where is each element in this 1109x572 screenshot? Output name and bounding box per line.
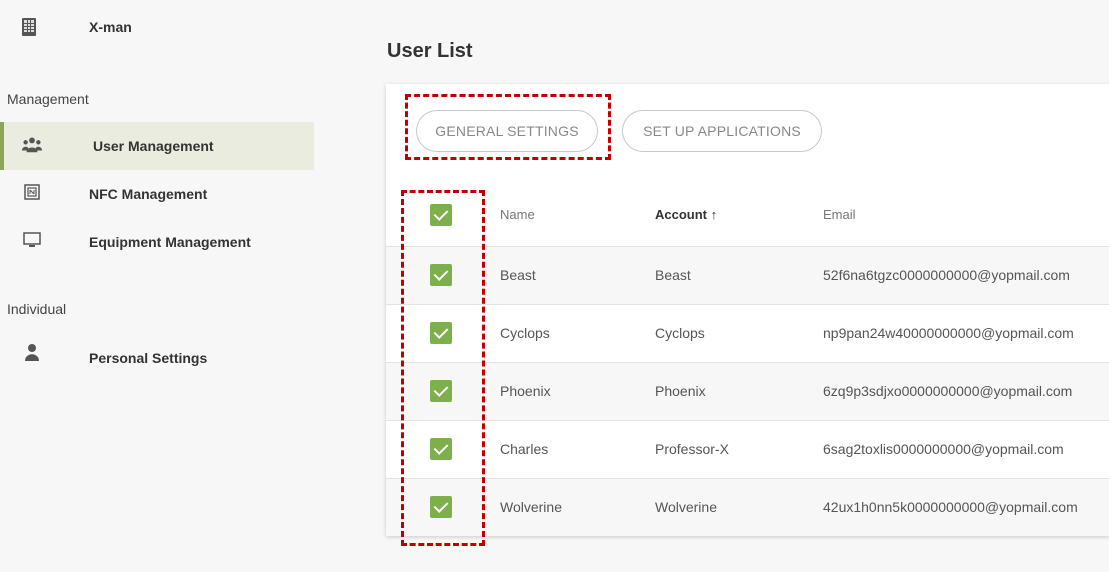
org-name: X-man bbox=[89, 19, 132, 35]
table-row[interactable]: Charles Professor-X 6sag2toxlis000000000… bbox=[386, 420, 1109, 478]
cell-name: Beast bbox=[500, 267, 536, 283]
building-icon bbox=[22, 18, 36, 36]
cell-name: Cyclops bbox=[500, 325, 550, 341]
monitor-icon bbox=[22, 230, 42, 250]
general-settings-button[interactable]: GENERAL SETTINGS bbox=[416, 110, 598, 152]
sidebar-item-label: Equipment Management bbox=[89, 234, 251, 250]
sidebar-item-personal-settings[interactable]: Personal Settings bbox=[0, 340, 314, 376]
users-icon bbox=[22, 135, 42, 155]
section-label-management: Management bbox=[7, 91, 89, 107]
cell-name: Wolverine bbox=[500, 499, 562, 516]
checkbox-cell bbox=[386, 420, 500, 478]
row-checkbox[interactable] bbox=[430, 438, 452, 460]
sidebar: X-man Management User Management NFC Man… bbox=[0, 0, 314, 572]
sidebar-item-label: Personal Settings bbox=[89, 350, 208, 366]
org-header: X-man bbox=[0, 14, 314, 44]
user-icon bbox=[22, 342, 42, 362]
column-header-name[interactable]: Name bbox=[500, 184, 655, 246]
sidebar-item-user-management[interactable]: User Management bbox=[0, 122, 314, 170]
user-list-card: GENERAL SETTINGS SET UP APPLICATIONS Nam… bbox=[386, 84, 1109, 536]
checkbox-cell bbox=[386, 304, 500, 362]
select-all-checkbox[interactable] bbox=[430, 203, 452, 226]
cell-account: Beast bbox=[655, 267, 691, 283]
cell-account: Wolverine bbox=[655, 499, 717, 516]
nfc-icon bbox=[22, 182, 42, 202]
cell-email: 42ux1h0nn5k0000000000@yopmail.com bbox=[823, 499, 1078, 516]
table-row[interactable]: Cyclops Cyclops np9pan24w40000000000@yop… bbox=[386, 304, 1109, 362]
user-table: Name Account ↑ Email Beast Beast 52f6na6… bbox=[386, 184, 1109, 536]
column-header-account[interactable]: Account ↑ bbox=[655, 184, 823, 246]
row-checkbox[interactable] bbox=[430, 496, 452, 519]
table-row[interactable]: Phoenix Phoenix 6zq9p3sdjxo0000000000@yo… bbox=[386, 362, 1109, 420]
page-title: User List bbox=[387, 40, 473, 62]
table-header-row: Name Account ↑ Email bbox=[386, 184, 1109, 246]
cell-name: Phoenix bbox=[500, 383, 551, 399]
column-header-email[interactable]: Email bbox=[823, 184, 1109, 246]
checkbox-cell bbox=[386, 362, 500, 420]
checkbox-cell bbox=[386, 478, 500, 536]
cell-email: np9pan24w40000000000@yopmail.com bbox=[823, 325, 1074, 341]
cell-email: 52f6na6tgzc0000000000@yopmail.com bbox=[823, 267, 1070, 283]
cell-account: Cyclops bbox=[655, 325, 705, 341]
sidebar-item-label: NFC Management bbox=[89, 186, 208, 202]
row-checkbox[interactable] bbox=[430, 264, 452, 286]
sidebar-item-nfc-management[interactable]: NFC Management bbox=[0, 178, 314, 214]
cell-name: Charles bbox=[500, 441, 549, 457]
cell-account: Professor-X bbox=[655, 441, 729, 457]
select-all-cell bbox=[386, 184, 500, 246]
checkbox-cell bbox=[386, 246, 500, 304]
section-label-individual: Individual bbox=[7, 301, 67, 317]
sidebar-item-label: User Management bbox=[93, 138, 214, 154]
row-checkbox[interactable] bbox=[430, 322, 452, 344]
table-row[interactable]: Beast Beast 52f6na6tgzc0000000000@yopmai… bbox=[386, 246, 1109, 304]
sidebar-item-equipment-management[interactable]: Equipment Management bbox=[0, 226, 314, 262]
cell-email: 6sag2toxlis0000000000@yopmail.com bbox=[823, 441, 1064, 457]
row-checkbox[interactable] bbox=[430, 380, 452, 402]
cell-email: 6zq9p3sdjxo0000000000@yopmail.com bbox=[823, 383, 1073, 399]
cell-account: Phoenix bbox=[655, 383, 706, 399]
set-up-applications-button[interactable]: SET UP APPLICATIONS bbox=[622, 110, 822, 152]
table-row[interactable]: Wolverine Wolverine 42ux1h0nn5k000000000… bbox=[386, 478, 1109, 536]
